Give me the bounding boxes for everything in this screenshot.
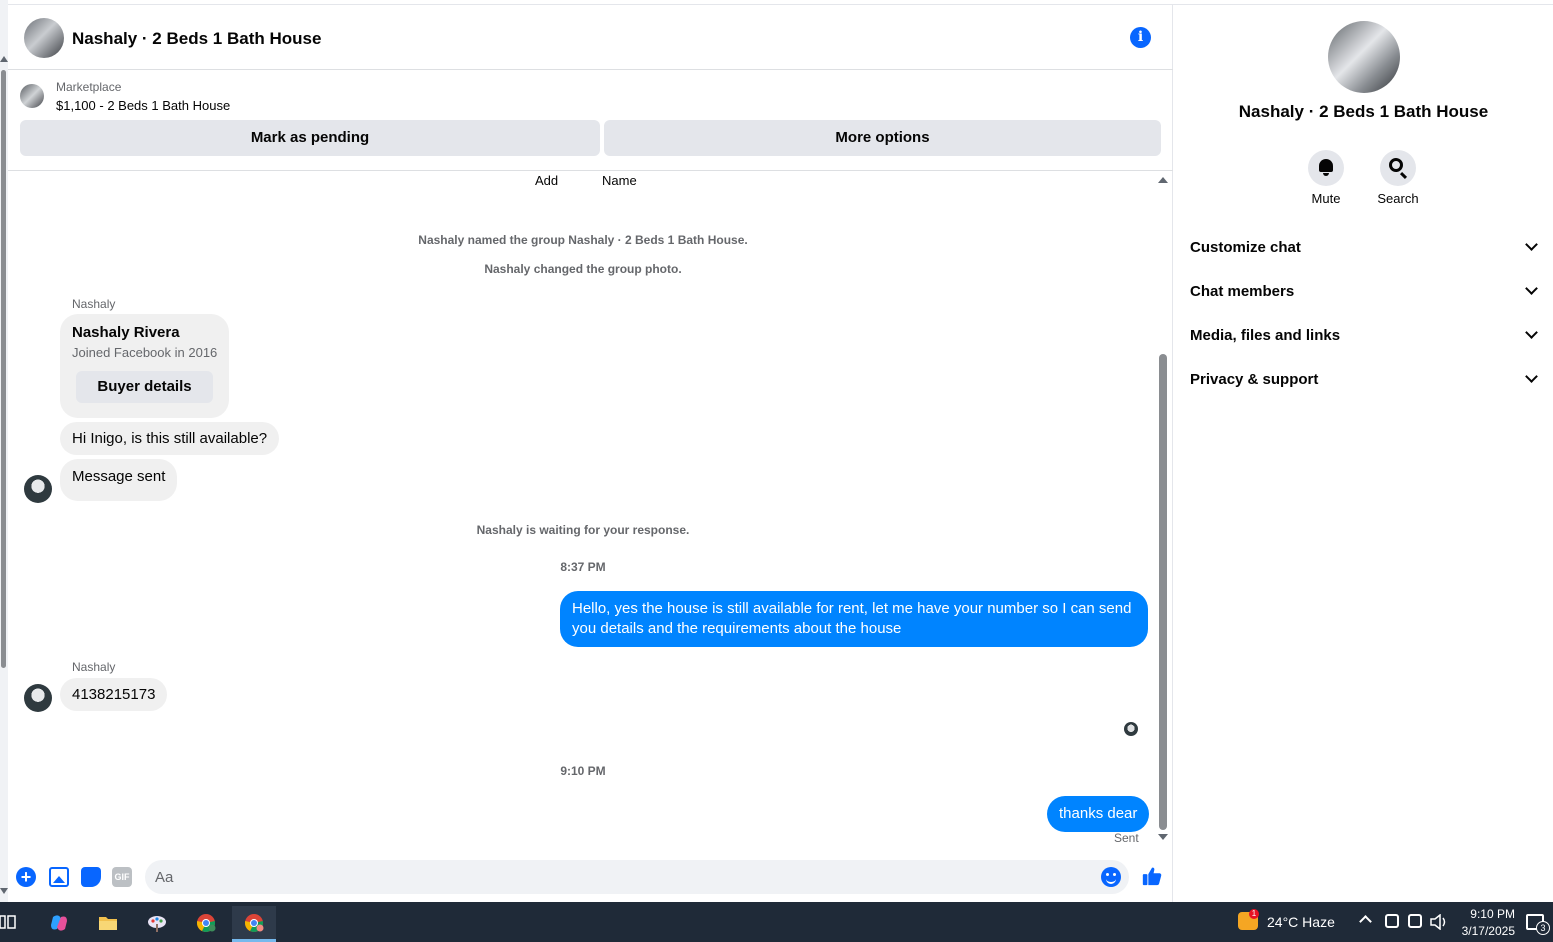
more-options-button[interactable]: More options xyxy=(604,120,1161,156)
panel-title: Nashaly · 2 Beds 1 Bath House xyxy=(1238,102,1489,121)
chevron-up-icon[interactable] xyxy=(1359,915,1372,928)
photo-icon[interactable] xyxy=(49,867,69,887)
info-icon[interactable]: i xyxy=(1130,27,1151,48)
scroll-down-arrow-icon[interactable] xyxy=(0,888,8,894)
system-message: Nashaly named the group Nashaly · 2 Beds… xyxy=(418,233,748,247)
task-view-icon[interactable] xyxy=(0,914,16,930)
section-customize-chat[interactable]: Customize chat xyxy=(1190,225,1540,269)
notification-count: 3 xyxy=(1536,921,1550,935)
left-scrollbar-thumb[interactable] xyxy=(1,70,6,668)
listing-price-title[interactable]: $1,100 - 2 Beds 1 Bath House xyxy=(56,98,230,113)
add-label[interactable]: Add xyxy=(535,173,558,188)
mute-label: Mute xyxy=(1311,191,1341,206)
section-label: Chat members xyxy=(1190,283,1295,300)
scroll-down-arrow-icon[interactable] xyxy=(1158,834,1168,840)
outgoing-message[interactable]: thanks dear xyxy=(1047,796,1150,832)
chevron-down-icon xyxy=(1525,326,1538,339)
sender-name: Nashaly xyxy=(72,660,116,674)
search-icon xyxy=(1389,158,1403,172)
message-status: Sent xyxy=(1114,831,1139,845)
conversation-avatar[interactable] xyxy=(24,18,64,58)
taskbar-copilot[interactable] xyxy=(37,906,81,942)
section-label: Customize chat xyxy=(1190,239,1301,256)
buyer-details-button[interactable]: Buyer details xyxy=(76,371,213,403)
search-label: Search xyxy=(1377,191,1419,206)
mute-button[interactable] xyxy=(1308,150,1344,186)
conversation-title[interactable]: Nashaly · 2 Beds 1 Bath House xyxy=(72,29,321,49)
scroll-up-arrow-icon[interactable] xyxy=(1158,177,1168,183)
system-clock[interactable]: 9:10 PM 3/17/2025 xyxy=(1455,906,1515,940)
section-media-files-links[interactable]: Media, files and links xyxy=(1190,313,1540,357)
buyer-name[interactable]: Nashaly Rivera xyxy=(72,324,180,341)
sender-name: Nashaly xyxy=(72,297,116,311)
chevron-down-icon xyxy=(1525,370,1538,383)
section-privacy-support[interactable]: Privacy & support xyxy=(1190,357,1540,401)
conversation-details-panel: Nashaly · 2 Beds 1 Bath House Mute Searc… xyxy=(1174,5,1553,902)
clock-date: 3/17/2025 xyxy=(1461,924,1515,938)
seen-indicator-avatar xyxy=(1124,722,1138,736)
meet-icon[interactable] xyxy=(1385,914,1399,928)
chevron-down-icon xyxy=(1525,238,1538,251)
taskbar-chrome-profile-active[interactable] xyxy=(232,906,276,942)
widget-badge: 1 xyxy=(1249,909,1259,919)
section-chat-members[interactable]: Chat members xyxy=(1190,269,1540,313)
message-scrollbar-thumb[interactable] xyxy=(1159,354,1167,830)
copilot-icon xyxy=(51,915,67,931)
weather-text[interactable]: 24°C Haze xyxy=(1267,914,1335,930)
mark-as-pending-button[interactable]: Mark as pending xyxy=(20,120,600,156)
marketplace-banner: Marketplace $1,100 - 2 Beds 1 Bath House… xyxy=(8,71,1173,171)
system-message: Nashaly is waiting for your response. xyxy=(476,523,690,537)
conversation-header: Nashaly · 2 Beds 1 Bath House i xyxy=(8,5,1173,70)
gif-icon[interactable]: GIF xyxy=(112,867,132,887)
incoming-message[interactable]: Message sent xyxy=(60,459,178,501)
taskbar-chrome[interactable] xyxy=(184,906,228,942)
sticker-icon[interactable] xyxy=(81,867,101,887)
marketplace-label: Marketplace xyxy=(56,80,122,94)
messenger-window: Nashaly · 2 Beds 1 Bath House i Marketpl… xyxy=(0,0,1553,902)
chat-column: Nashaly · 2 Beds 1 Bath House i Marketpl… xyxy=(8,5,1173,902)
listing-thumbnail[interactable] xyxy=(20,84,44,108)
buyer-joined: Joined Facebook in 2016 xyxy=(72,345,218,360)
network-icon[interactable] xyxy=(1408,914,1422,928)
volume-icon[interactable] xyxy=(1430,914,1448,930)
timestamp: 8:37 PM xyxy=(560,560,606,574)
buyer-card: Nashaly Rivera Joined Facebook in 2016 B… xyxy=(60,314,229,418)
outgoing-message[interactable]: Hello, yes the house is still available … xyxy=(560,591,1148,647)
scroll-up-arrow-icon[interactable] xyxy=(0,56,8,62)
folder-icon xyxy=(99,917,117,930)
chrome-icon xyxy=(244,914,264,932)
clock-time: 9:10 PM xyxy=(1470,907,1515,921)
search-button[interactable] xyxy=(1380,150,1416,186)
system-message: Nashaly changed the group photo. xyxy=(484,262,682,276)
taskbar-file-explorer[interactable] xyxy=(86,906,130,942)
contact-avatar[interactable] xyxy=(24,475,52,503)
incoming-message[interactable]: 4138215173 xyxy=(60,678,168,711)
message-composer: + GIF xyxy=(8,850,1173,902)
group-photo[interactable] xyxy=(1328,21,1400,93)
taskbar-paint[interactable] xyxy=(135,906,179,942)
message-input[interactable] xyxy=(155,860,1085,894)
section-label: Privacy & support xyxy=(1190,371,1319,388)
plus-icon[interactable]: + xyxy=(16,867,36,887)
name-label[interactable]: Name xyxy=(602,173,637,188)
contact-avatar[interactable] xyxy=(24,684,52,712)
windows-taskbar: 1 24°C Haze 9:10 PM 3/17/2025 3 xyxy=(0,902,1553,942)
emoji-icon[interactable] xyxy=(1101,867,1121,887)
paint-icon xyxy=(148,916,166,932)
incoming-message[interactable]: Hi Inigo, is this still available? xyxy=(60,422,280,455)
section-label: Media, files and links xyxy=(1190,327,1341,344)
chevron-down-icon xyxy=(1525,282,1538,295)
thumbs-up-icon[interactable] xyxy=(1141,865,1163,887)
bell-icon xyxy=(1319,159,1333,176)
message-list[interactable]: Add Name Nashaly named the group Nashaly… xyxy=(8,172,1173,849)
message-input-box[interactable] xyxy=(145,860,1129,894)
timestamp: 9:10 PM xyxy=(560,764,606,778)
chrome-icon xyxy=(196,914,216,932)
